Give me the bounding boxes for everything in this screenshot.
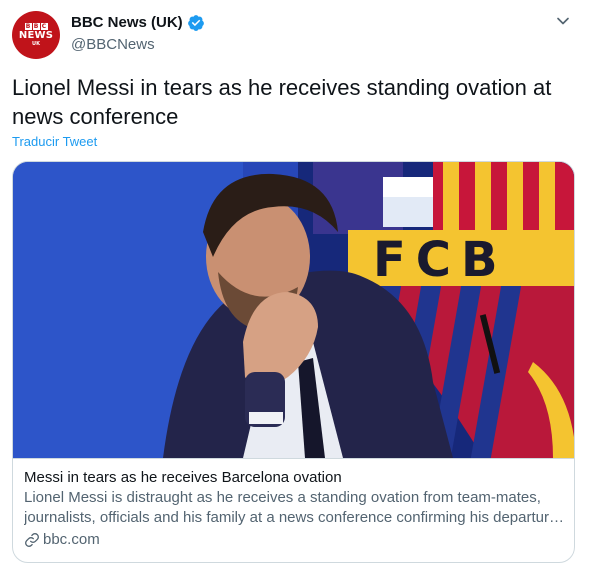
display-name[interactable]: BBC News (UK) [71,13,183,33]
logo-region: UK [32,41,40,47]
logo-news-word: NEWS [18,30,54,41]
link-card[interactable]: FCB Messi in tears as he receives Barcel… [12,161,575,563]
verified-badge-icon [187,15,204,31]
link-icon [25,533,39,547]
logo-letter-b1: B [24,23,32,30]
logo-letter-b2: B [32,23,40,30]
translate-tweet-link[interactable]: Traducir Tweet [12,134,97,150]
more-options-icon[interactable] [553,11,573,31]
tweet-text: Lionel Messi in tears as he receives sta… [12,75,552,129]
card-domain-text: bbc.com [43,531,100,548]
logo-letter-c: C [40,23,48,30]
name-row: BBC News (UK) [71,13,205,33]
caret-down-icon [557,17,569,25]
card-domain: bbc.com [24,530,565,550]
avatar[interactable]: B B C NEWS UK [12,11,60,59]
tweet: B B C NEWS UK BBC News (UK) @BBCNews Lio… [0,0,595,573]
card-body: Messi in tears as he receives Barcelona … [13,458,574,562]
author-info: BBC News (UK) @BBCNews [71,13,205,55]
card-image: FCB [13,162,574,458]
bbc-news-logo: B B C NEWS UK [12,11,60,59]
fcb-crest-text: FCB [373,232,508,288]
bbc-blocks: B B C [24,23,48,30]
card-title: Messi in tears as he receives Barcelona … [24,469,342,486]
card-description: Lionel Messi is distraught as he receive… [24,489,558,526]
handle[interactable]: @BBCNews [71,35,205,55]
